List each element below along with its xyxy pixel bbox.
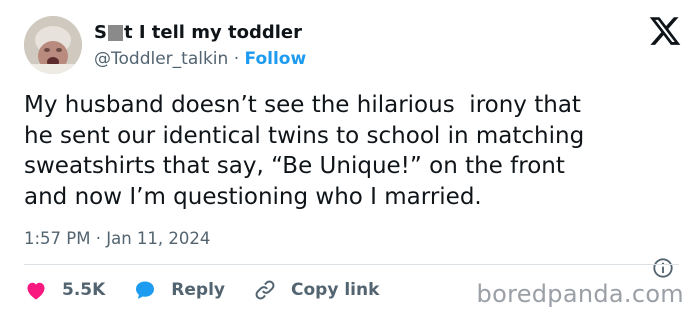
censor-block (107, 24, 123, 41)
link-icon (255, 280, 275, 300)
like-button[interactable]: 5.5K (24, 278, 105, 302)
tweet-timestamp[interactable]: 1:57 PM · Jan 11, 2024 (24, 229, 210, 248)
follow-button[interactable]: Follow (245, 49, 307, 69)
copy-link-button[interactable]: Copy link (253, 278, 379, 302)
divider (24, 264, 679, 265)
baby-photo-icon (24, 16, 82, 74)
author-name-suffix: t I tell my toddler (123, 22, 302, 43)
x-logo-icon[interactable] (648, 14, 682, 48)
info-icon[interactable] (652, 257, 674, 279)
separator-dot: · (233, 49, 240, 69)
reply-button[interactable]: Reply (133, 278, 225, 302)
reply-label: Reply (171, 280, 225, 300)
watermark: boredpanda.com (476, 280, 684, 308)
author-name[interactable]: St I tell my toddler (94, 22, 302, 43)
copy-link-label: Copy link (291, 280, 380, 300)
avatar[interactable] (24, 16, 82, 74)
handle-row: @Toddler_talkin · Follow (94, 49, 306, 69)
like-count: 5.5K (62, 280, 106, 300)
tweet-text: My husband doesn’t see the hilarious iro… (24, 92, 585, 210)
action-bar: 5.5K Reply Copy link (24, 278, 407, 302)
speech-bubble-icon (136, 281, 155, 299)
author-name-prefix: S (94, 22, 107, 43)
author-handle[interactable]: @Toddler_talkin (94, 49, 228, 69)
heart-icon (27, 282, 45, 300)
